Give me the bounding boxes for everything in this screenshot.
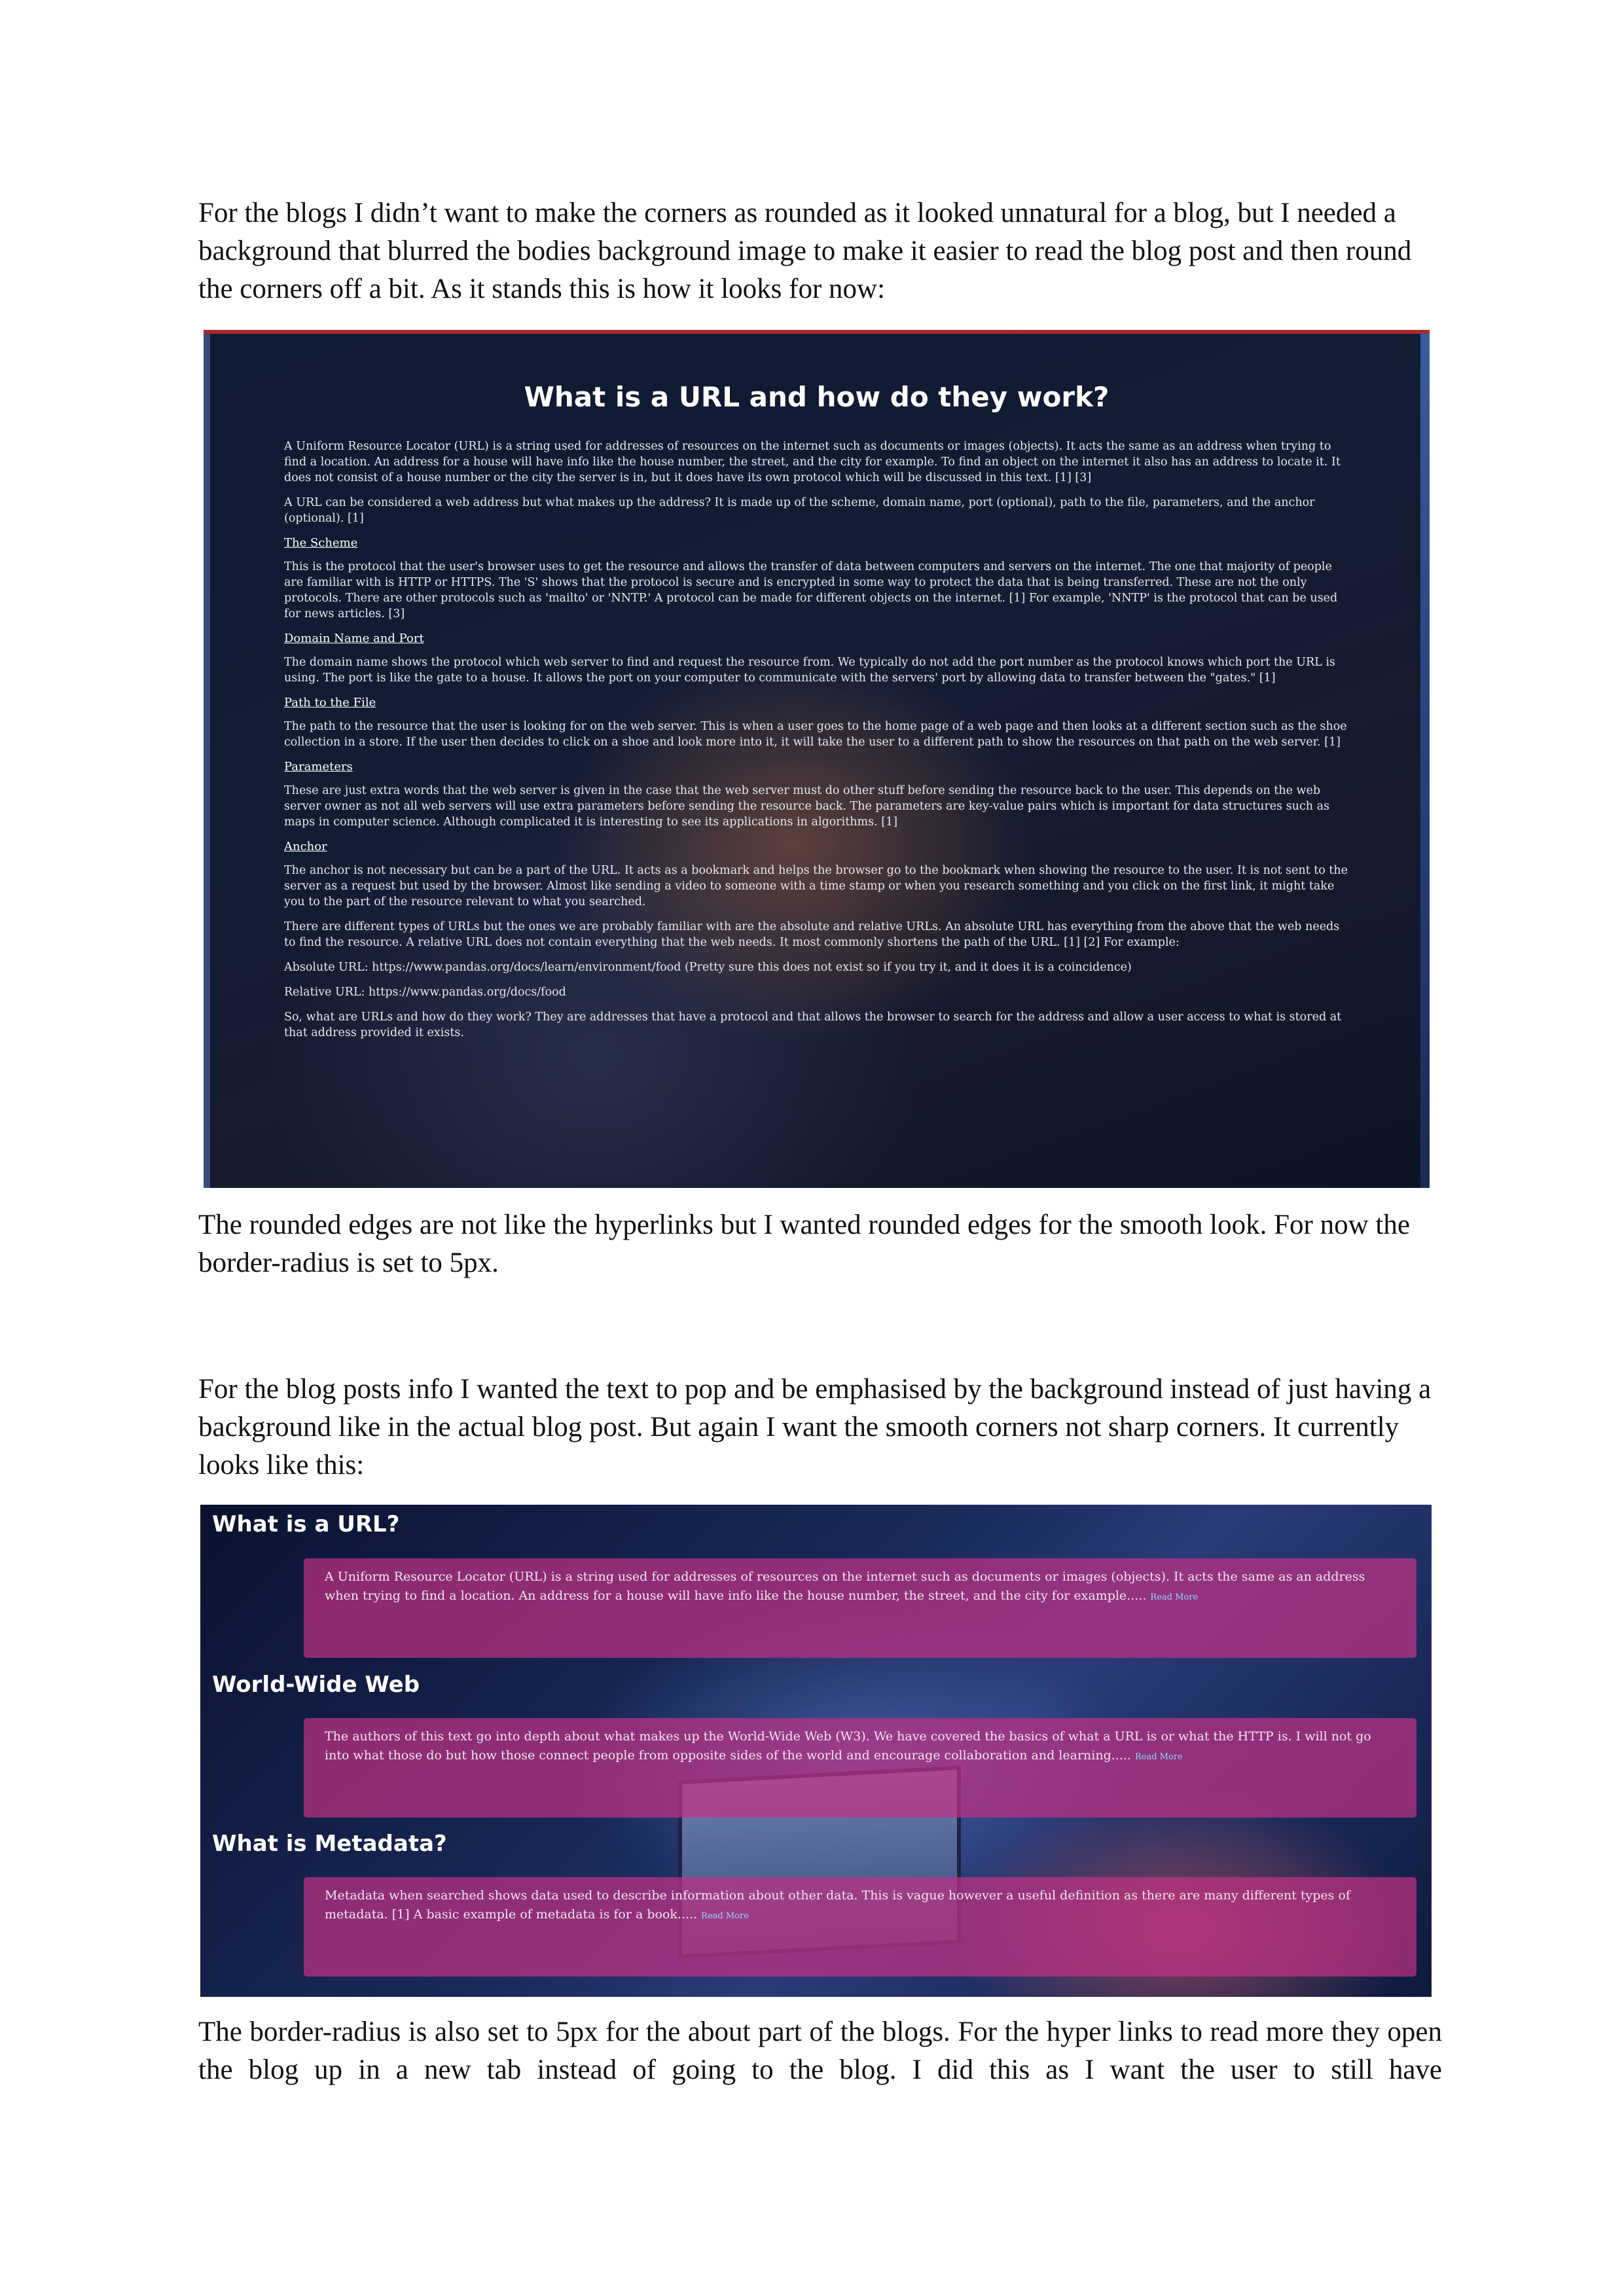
blog-params-text: These are just extra words that the web … [284, 784, 1330, 829]
blog-summary: So, what are URLs and how do they work? … [284, 1011, 1342, 1039]
blog-item-text: Metadata when searched shows data used t… [325, 1888, 1350, 1922]
blog-scheme-text: This is the protocol that the user's bro… [284, 560, 1338, 620]
blog-item-title: World-Wide Web [212, 1672, 420, 1698]
blog-domain-text: The domain name shows the protocol which… [284, 656, 1335, 685]
heading-scheme: The Scheme [284, 536, 358, 550]
blog-post-body: A Uniform Resource Locator (URL) is a st… [284, 439, 1354, 1050]
blog-post-title: What is a URL and how do they work? [524, 381, 1110, 413]
heading-domain: Domain Name and Port [284, 632, 424, 645]
border-radius-paragraph: The border-radius is also set to 5px for… [198, 2017, 1442, 2085]
blog-item-card: A Uniform Resource Locator (URL) is a st… [304, 1558, 1416, 1658]
blog-item-text: The authors of this text go into depth a… [325, 1729, 1371, 1763]
read-more-link[interactable]: Read More [701, 1911, 749, 1921]
blog-item-summary: The authors of this text go into depth a… [325, 1727, 1398, 1767]
intro-paragraph: For the blogs I didn’t want to make the … [198, 198, 1412, 304]
blog-anchor-text: The anchor is not necessary but can be a… [284, 864, 1348, 908]
heading-anchor: Anchor [284, 840, 327, 853]
blog-item-summary: A Uniform Resource Locator (URL) is a st… [325, 1568, 1398, 1607]
heading-parameters: Parameters [284, 760, 353, 774]
blog-info-paragraph: For the blog posts info I wanted the tex… [198, 1374, 1432, 1480]
heading-path: Path to the File [284, 696, 376, 709]
blog-intro-2: A URL can be considered a web address bu… [284, 496, 1315, 525]
blog-list-screenshot: What is a URL? A Uniform Resource Locato… [200, 1505, 1432, 1997]
blog-item-card: The authors of this text go into depth a… [304, 1718, 1416, 1818]
blog-item-card: Metadata when searched shows data used t… [304, 1877, 1416, 1977]
read-more-link[interactable]: Read More [1135, 1752, 1183, 1762]
blog-item-title: What is a URL? [212, 1511, 400, 1537]
blog-types-text: There are different types of URLs but th… [284, 920, 1340, 949]
blog-relative-url: Relative URL: https://www.pandas.org/doc… [284, 986, 566, 999]
blog-item-summary: Metadata when searched shows data used t… [325, 1886, 1398, 1926]
blog-intro-1: A Uniform Resource Locator (URL) is a st… [284, 440, 1341, 484]
blog-item-text: A Uniform Resource Locator (URL) is a st… [325, 1570, 1365, 1603]
blog-post-screenshot: What is a URL and how do they work? A Un… [204, 330, 1430, 1188]
read-more-link[interactable]: Read More [1150, 1592, 1198, 1602]
rounded-edges-paragraph: The rounded edges are not like the hyper… [198, 1210, 1410, 1278]
blog-absolute-url: Absolute URL: https://www.pandas.org/doc… [284, 961, 1132, 974]
screenshot-left-edge [204, 334, 210, 1188]
screenshot-right-edge [1420, 334, 1430, 1188]
blog-item-title: What is Metadata? [212, 1831, 447, 1857]
blog-path-text: The path to the resource that the user i… [284, 720, 1347, 749]
